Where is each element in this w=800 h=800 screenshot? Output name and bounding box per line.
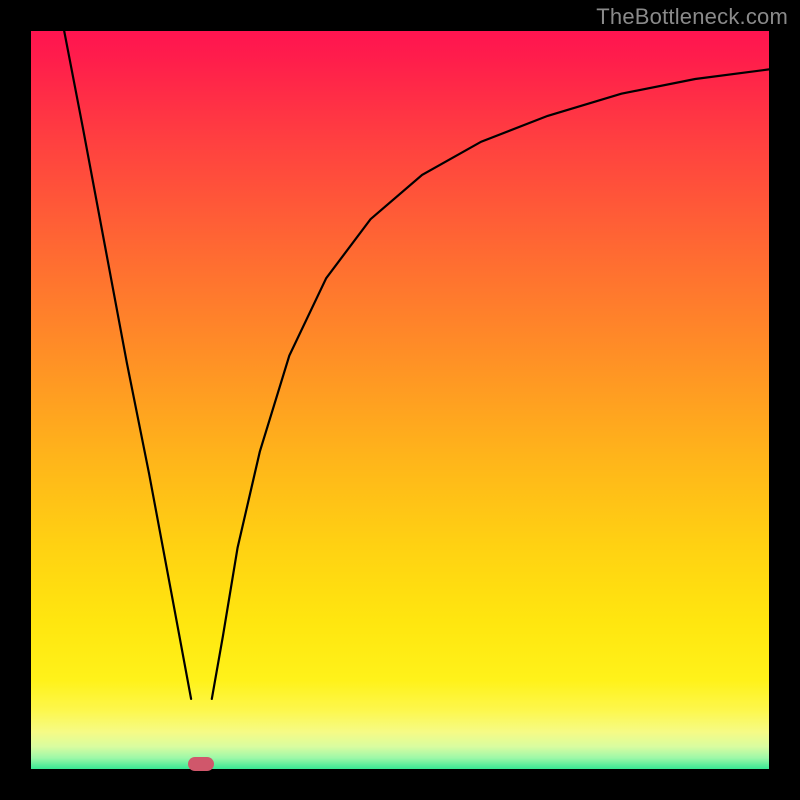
- bottleneck-curve: [31, 31, 769, 769]
- curve-right-branch: [212, 69, 769, 699]
- curve-left-branch: [64, 31, 191, 699]
- watermark-text: TheBottleneck.com: [596, 4, 788, 30]
- chart-frame: TheBottleneck.com: [0, 0, 800, 800]
- vertex-marker: [188, 757, 214, 771]
- plot-area: [31, 31, 769, 769]
